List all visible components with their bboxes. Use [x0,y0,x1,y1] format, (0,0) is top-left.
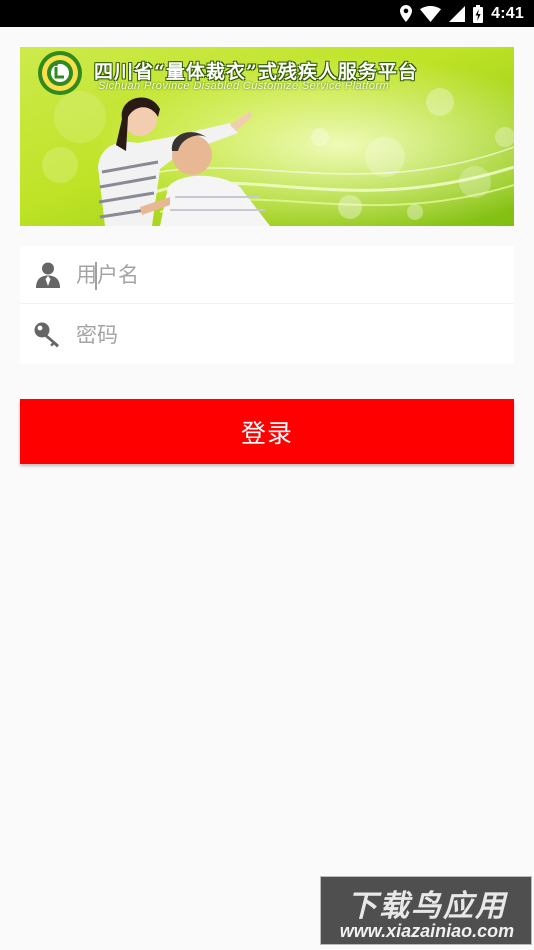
banner-subtitle: Sichuan Province Disabled Customize Serv… [98,80,390,92]
user-icon [20,262,76,288]
key-icon [20,322,76,348]
status-bar: 4:41 [0,0,534,27]
disability-logo-icon [38,51,82,95]
header-banner: 四川省“量体裁衣”式残疾人服务平台 Sichuan Province Disab… [20,47,514,226]
watermark: 下载鸟应用 www.xiazainiao.com [320,876,532,945]
battery-charging-icon [473,4,484,23]
cellular-signal-icon [449,5,466,22]
text-cursor [95,262,97,290]
watermark-url: www.xiazainiao.com [339,921,515,941]
login-form [20,246,514,364]
status-icons: 4:41 [400,4,524,23]
watermark-title: 下载鸟应用 [347,889,507,924]
password-row [20,306,514,364]
password-input[interactable] [76,315,476,355]
status-time: 4:41 [491,4,524,22]
username-input[interactable] [76,254,476,295]
username-row [20,246,514,304]
location-icon [400,5,413,22]
wifi-icon [420,5,442,22]
login-button[interactable]: 登录 [20,399,514,464]
